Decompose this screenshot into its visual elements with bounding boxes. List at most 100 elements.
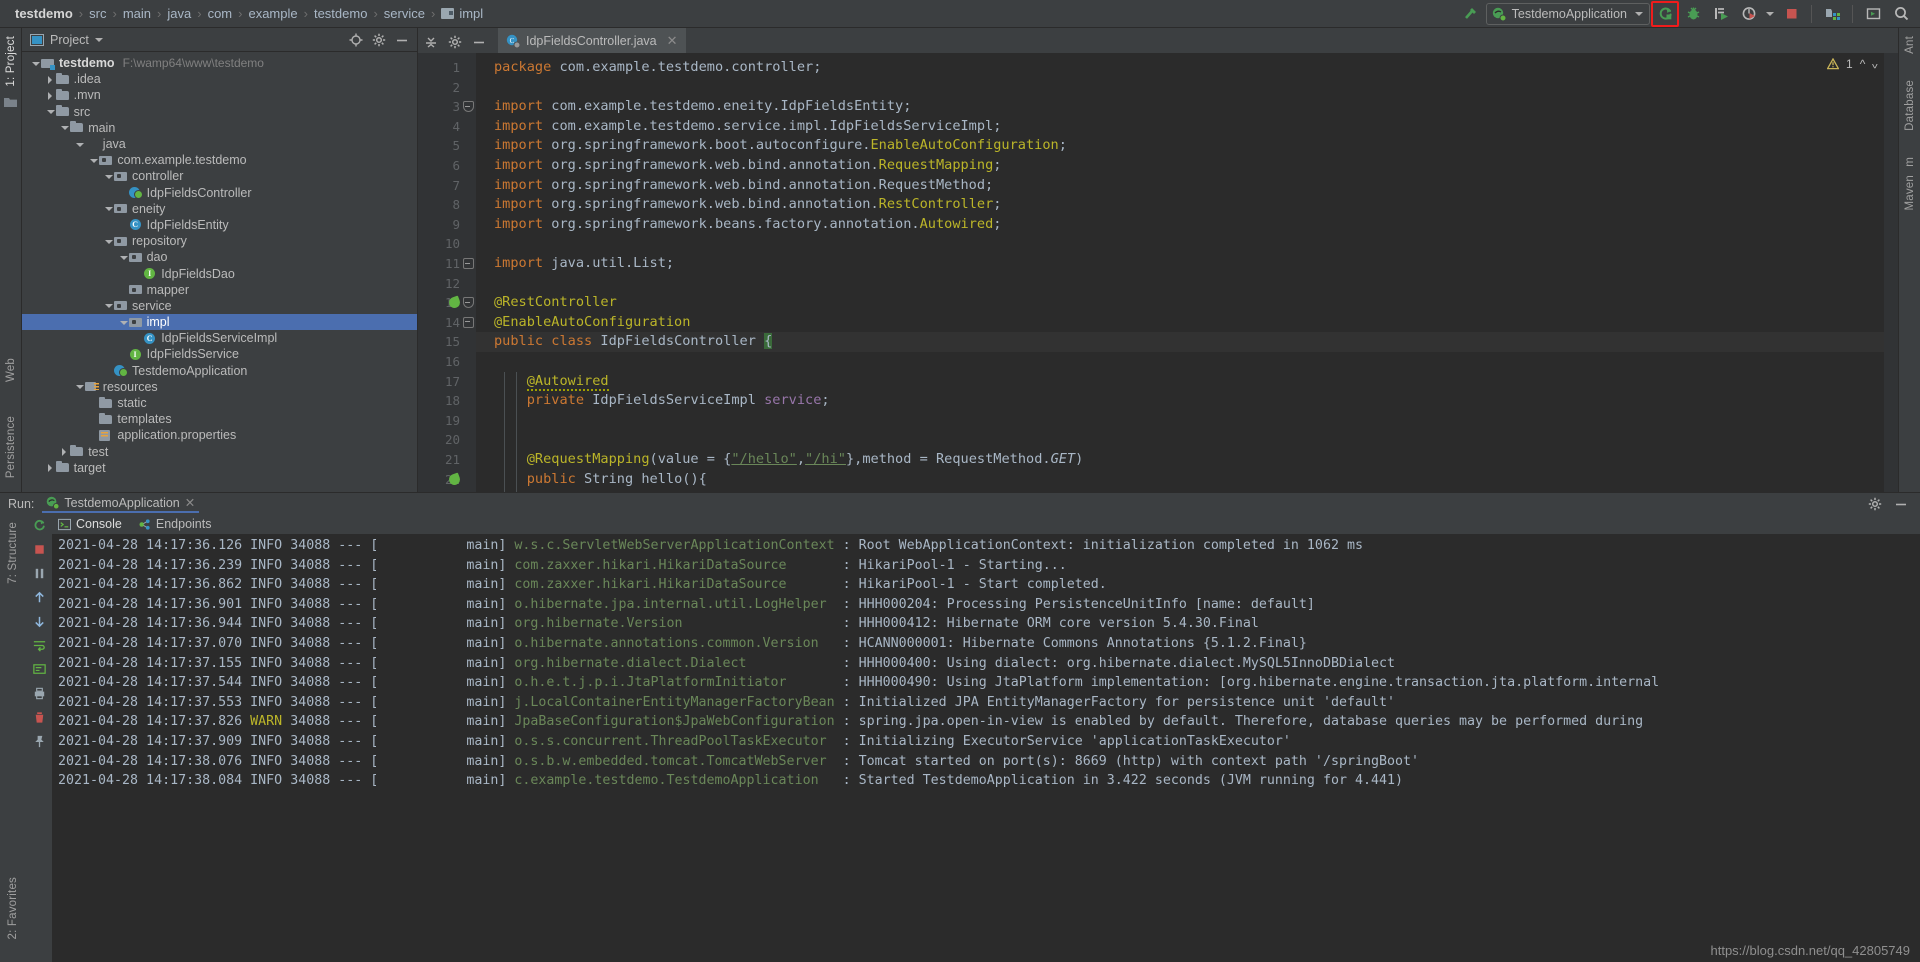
project-tree[interactable]: testdemo F:\wamp64\www\testdemo .idea .mvn s… [22,52,417,492]
tree-node--idea[interactable]: .idea [22,71,417,87]
sidebar-item-database[interactable]: Database [1904,76,1916,135]
open-preview-icon[interactable] [1860,2,1886,26]
editor-tab-idpfieldscontroller[interactable]: C IdpFieldsController.java ✕ [498,28,686,53]
tree-node-dao[interactable]: dao [22,249,417,265]
chevron-up-icon[interactable]: ^ [1860,57,1866,71]
tree-node-idpfieldsserviceimpl[interactable]: IdpFieldsServiceImpl [22,330,417,346]
editor-marker-bar[interactable] [1884,53,1898,492]
code-line-10[interactable] [476,234,1898,254]
spring-bean-icon[interactable] [448,473,461,486]
tree-node-application-properties[interactable]: application.properties [22,427,417,443]
gear-icon[interactable] [1868,497,1882,511]
chevron-down-icon[interactable] [103,236,114,247]
sidebar-item-maven[interactable]: Maven [1904,171,1916,215]
chevron-down-icon[interactable] [118,252,129,263]
pause-icon[interactable] [32,566,47,581]
sidebar-item-persistence[interactable]: Persistence [5,412,17,482]
tree-node-idpfieldsservice[interactable]: IdpFieldsService [22,346,417,362]
tree-node-idpfieldsentity[interactable]: IdpFieldsEntity [22,217,417,233]
code-line-20[interactable] [476,430,1898,450]
code-line-6[interactable]: import org.springframework.web.bind.anno… [476,156,1898,176]
code-line-7[interactable]: import org.springframework.web.bind.anno… [476,176,1898,196]
code-line-22[interactable]: public String hello(){ [476,470,1898,490]
tree-node-eneity[interactable]: eneity [22,201,417,217]
update-project-icon[interactable] [1819,2,1845,26]
profiler-button[interactable] [1736,2,1762,26]
tab-console[interactable]: Console [58,517,122,531]
chevron-down-icon[interactable] [118,317,129,328]
tree-node-static[interactable]: static [22,395,417,411]
code-line-1[interactable]: package com.example.testdemo.controller; [476,58,1898,78]
editor-gutter[interactable]: 1 2 3 4 5 6 7 8 9 10 11 12 13 14 15 16 17 18 19 20 21 22 [418,53,476,492]
code-line-19[interactable] [476,411,1898,431]
code-content[interactable]: package com.example.testdemo.controller;… [476,53,1898,492]
tree-node-repository[interactable]: repository [22,233,417,249]
chevron-right-icon[interactable] [45,462,56,473]
sidebar-item-project[interactable]: 1: Project [5,32,17,91]
breadcrumb-item-src[interactable]: src [84,4,111,23]
project-folder-icon[interactable] [4,97,17,108]
search-everywhere-icon[interactable] [1888,2,1914,26]
code-line-14[interactable]: @EnableAutoConfiguration [476,313,1898,333]
gear-icon[interactable] [448,35,462,49]
run-with-coverage-button[interactable] [1708,2,1734,26]
tree-node-controller[interactable]: controller [22,168,417,184]
code-line-16[interactable] [476,352,1898,372]
spring-bean-icon[interactable] [448,296,461,309]
chevron-down-icon[interactable] [30,58,41,69]
tree-node-service[interactable]: service [22,298,417,314]
run-tab-testdemoapplication[interactable]: TestdemoApplication ✕ [42,494,200,513]
code-line-8[interactable]: import org.springframework.web.bind.anno… [476,195,1898,215]
breadcrumb-item-testdemo[interactable]: testdemo [10,4,78,23]
tree-node-mapper[interactable]: mapper [22,282,417,298]
fold-toggle-icon[interactable] [463,258,474,269]
code-line-21[interactable]: @RequestMapping(value = {"/hello","/hi"}… [476,450,1898,470]
expand-collapse-icon[interactable] [424,35,438,49]
build-hammer-icon[interactable] [1458,2,1484,26]
fold-toggle-icon[interactable] [463,101,474,113]
debug-button[interactable] [1680,2,1706,26]
console-output[interactable]: 2021-04-28 14:17:36.126 INFO 34088 --- [… [52,534,1920,962]
tree-node-java[interactable]: java [22,136,417,152]
breadcrumb-item-testdemo[interactable]: testdemo [309,4,372,23]
code-line-5[interactable]: import org.springframework.boot.autoconf… [476,136,1898,156]
rerun-button[interactable] [1651,0,1679,27]
scroll-up-icon[interactable] [32,590,47,605]
chevron-down-icon[interactable] [103,171,114,182]
code-line-18[interactable]: private IdpFieldsServiceImpl service; [476,391,1898,411]
scroll-down-icon[interactable] [32,614,47,629]
chevron-down-icon[interactable] [94,37,103,42]
tree-node-target[interactable]: target [22,460,417,476]
chevron-down-icon[interactable] [59,122,70,133]
minimize-icon[interactable] [395,33,409,47]
minimize-icon[interactable] [1894,497,1908,511]
minimize-icon[interactable] [472,35,486,49]
close-icon[interactable]: ✕ [667,33,678,49]
tree-node--mvn[interactable]: .mvn [22,87,417,103]
chevron-down-icon[interactable] [45,106,56,117]
breadcrumb-item-java[interactable]: java [162,4,196,23]
sidebar-item-structure[interactable]: 7: Structure [7,518,19,588]
rerun-icon[interactable] [32,518,47,533]
tree-node-com-example-testdemo[interactable]: com.example.testdemo [22,152,417,168]
stop-button[interactable] [1778,2,1804,26]
code-line-3[interactable]: import com.example.testdemo.eneity.IdpFi… [476,97,1898,117]
chevron-right-icon[interactable] [59,446,70,457]
chevron-down-icon[interactable] [103,203,114,214]
chevron-right-icon[interactable] [45,90,56,101]
gear-icon[interactable] [372,33,386,47]
locate-icon[interactable] [349,33,363,47]
pin-icon[interactable] [32,734,47,749]
code-line-17[interactable]: @Autowired [476,372,1898,392]
close-icon[interactable]: ✕ [185,495,195,510]
breadcrumb-item-service[interactable]: service [379,4,430,23]
code-line-13[interactable]: @RestController [476,293,1898,313]
code-line-9[interactable]: import org.springframework.beans.factory… [476,215,1898,235]
chevron-down-icon[interactable] [74,139,85,150]
tree-node-impl[interactable]: impl [22,314,417,331]
breadcrumb-item-com[interactable]: com [203,4,238,23]
tree-node-resources[interactable]: resources [22,379,417,395]
chevron-down-icon[interactable]: ^ [1872,57,1878,71]
print-icon[interactable] [32,686,47,701]
fold-toggle-icon[interactable] [463,316,474,328]
